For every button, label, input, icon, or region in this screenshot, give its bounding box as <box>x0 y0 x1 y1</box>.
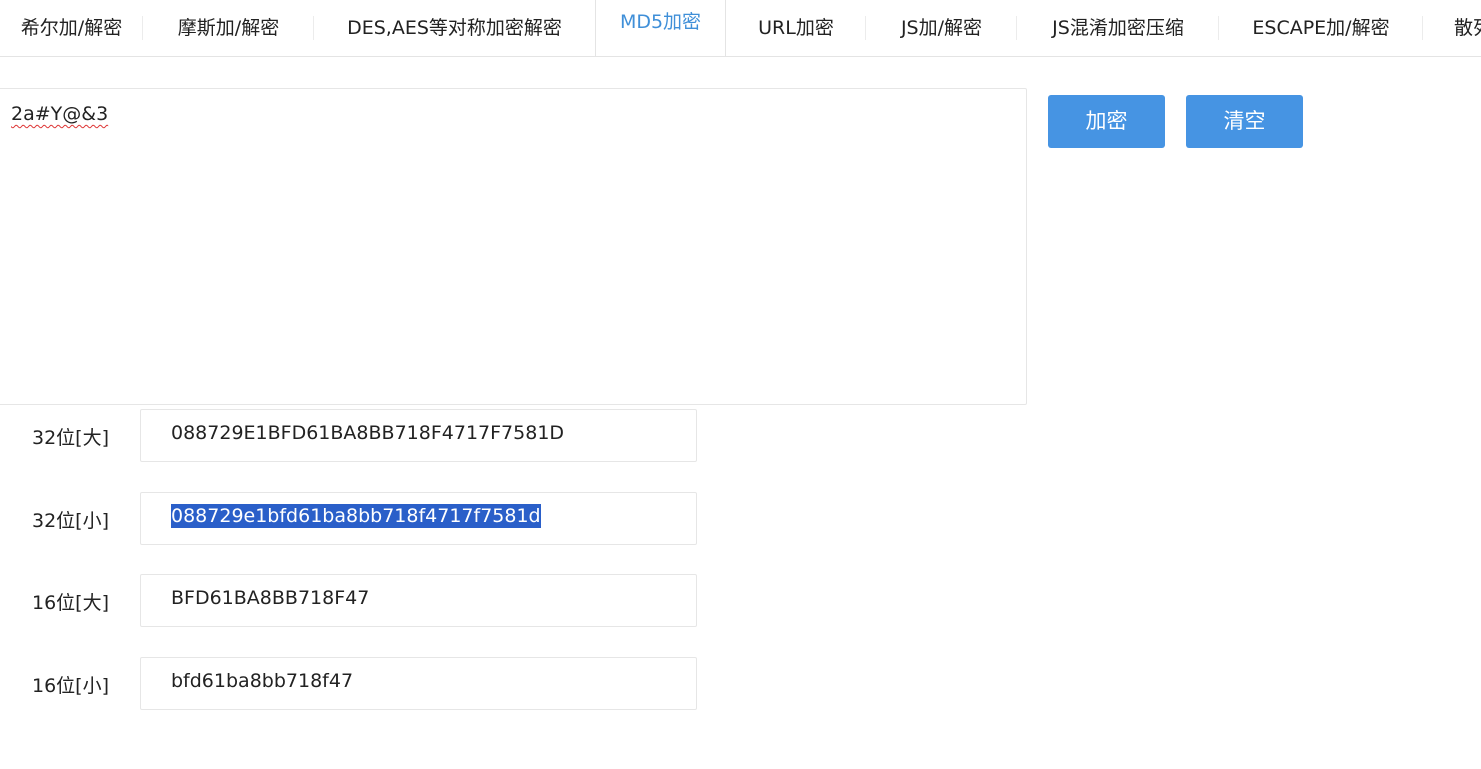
result-value: BFD61BA8BB718F47 <box>171 587 370 609</box>
tab-label: 散列 <box>1454 17 1481 39</box>
result-value-selected: 088729e1bfd61ba8bb718f4717f7581d <box>171 504 541 528</box>
result-field-32-lower[interactable]: 088729e1bfd61ba8bb718f4717f7581d <box>140 492 697 545</box>
result-field-16-lower[interactable]: bfd61ba8bb718f47 <box>140 657 697 710</box>
result-field-32-upper[interactable]: 088729E1BFD61BA8BB718F4717F7581D <box>140 409 697 462</box>
clear-button[interactable]: 清空 <box>1186 95 1303 148</box>
result-label-16-lower: 16位[小] <box>32 675 110 697</box>
result-label-32-upper: 32位[大] <box>32 427 110 449</box>
tab-bar: 希尔加/解密 摩斯加/解密 DES,AES等对称加密解密 MD5加密 URL加密… <box>0 0 1481 57</box>
tab-hill-cipher[interactable]: 希尔加/解密 <box>0 0 143 56</box>
tab-url[interactable]: URL加密 <box>726 0 866 56</box>
tab-hash[interactable]: 散列 <box>1423 0 1481 56</box>
tab-md5[interactable]: MD5加密 <box>595 0 726 56</box>
tab-des-aes[interactable]: DES,AES等对称加密解密 <box>314 0 595 56</box>
encrypt-button[interactable]: 加密 <box>1048 95 1165 148</box>
tab-label: 摩斯加/解密 <box>177 17 280 39</box>
tab-label: DES,AES等对称加密解密 <box>347 17 562 39</box>
tab-label: 希尔加/解密 <box>20 17 123 39</box>
tab-label: URL加密 <box>758 17 834 39</box>
tab-js[interactable]: JS加/解密 <box>866 0 1017 56</box>
tab-js-obfuscate[interactable]: JS混淆加密压缩 <box>1017 0 1219 56</box>
tab-morse-code[interactable]: 摩斯加/解密 <box>143 0 314 56</box>
result-field-16-upper[interactable]: BFD61BA8BB718F47 <box>140 574 697 627</box>
tab-label: MD5加密 <box>619 11 702 33</box>
tab-label: JS加/解密 <box>900 17 983 39</box>
result-label-16-upper: 16位[大] <box>32 592 110 614</box>
result-value: 088729E1BFD61BA8BB718F4717F7581D <box>171 422 565 444</box>
result-label-32-lower: 32位[小] <box>32 510 110 532</box>
tab-label: JS混淆加密压缩 <box>1052 17 1184 39</box>
tab-escape[interactable]: ESCAPE加/解密 <box>1219 0 1423 56</box>
tab-label: ESCAPE加/解密 <box>1252 17 1390 39</box>
input-text: 2a#Y@&3 <box>11 103 109 125</box>
result-value: bfd61ba8bb718f47 <box>171 670 354 692</box>
input-textarea[interactable]: 2a#Y@&3 <box>0 88 1027 405</box>
